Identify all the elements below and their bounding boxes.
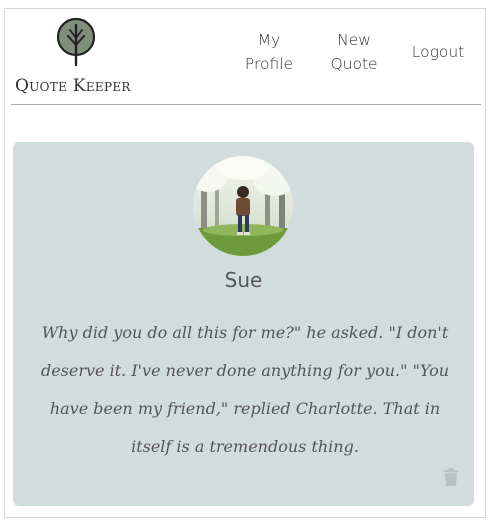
header-divider [11,104,481,105]
app-frame: Quote Keeper My Profile New Quote Logout [4,8,486,518]
brand-name: Quote Keeper [15,76,131,96]
nav-logout[interactable]: Logout [405,40,471,64]
quote-text: Why did you do all this for me?" he aske… [40,323,450,456]
header: Quote Keeper My Profile New Quote Logout [5,9,485,105]
quote-card: Sue Why did you do all this for me?" he … [13,142,474,506]
trash-icon[interactable] [443,468,459,487]
quote-author-username: Sue [224,268,263,292]
brand[interactable]: Quote Keeper [15,17,140,99]
nav-new-quote[interactable]: New Quote [323,28,385,76]
nav-my-profile[interactable]: My Profile [240,28,298,76]
user-avatar [193,156,293,256]
tree-icon [56,17,96,67]
